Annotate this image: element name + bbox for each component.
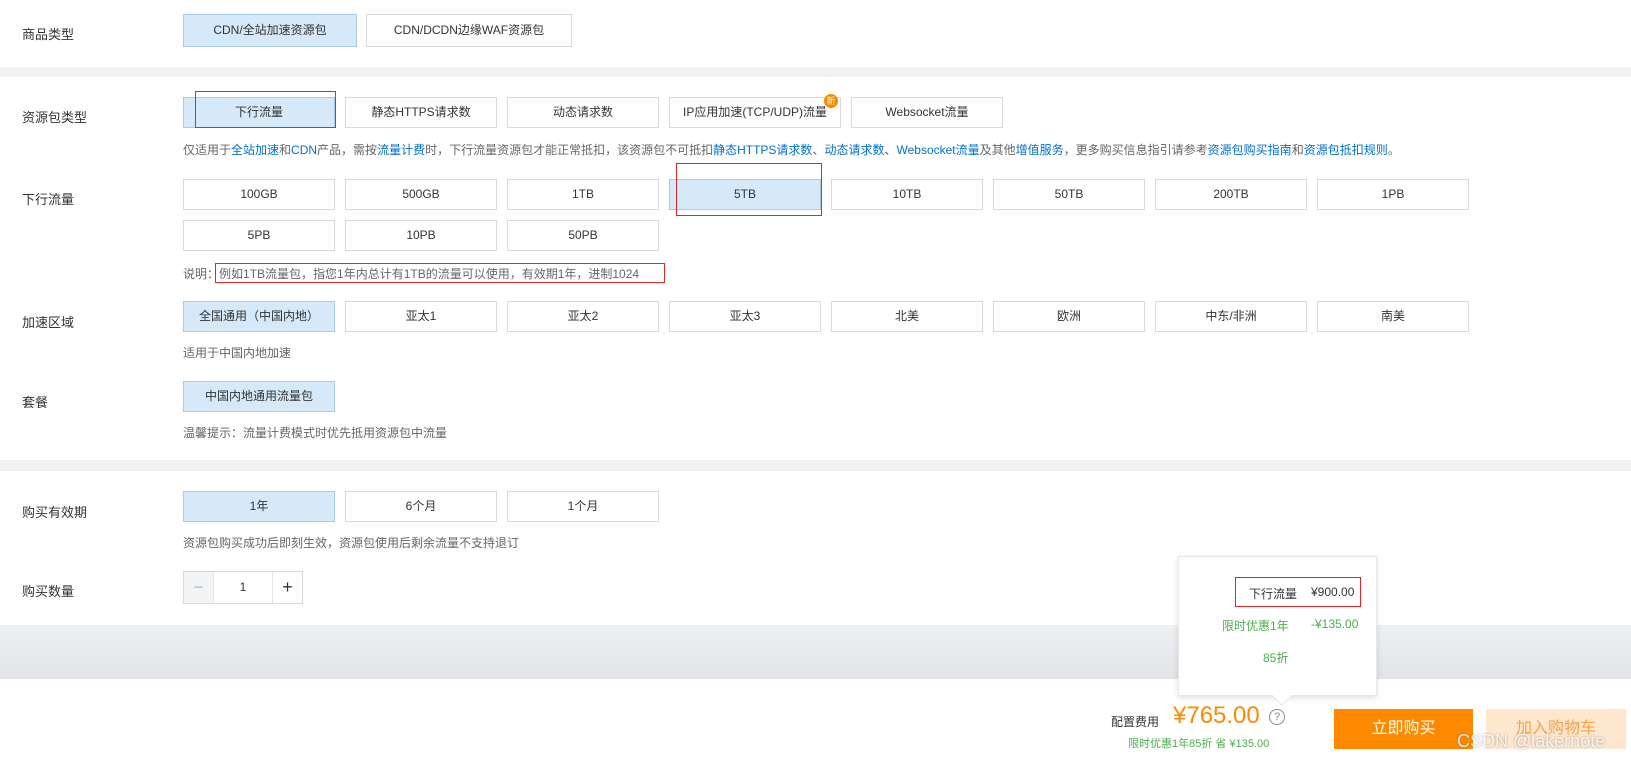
package-type-option-ip[interactable]: IP应用加速(TCP/UDP)流量 新 <box>669 94 841 128</box>
region-option-south-america[interactable]: 南美 <box>1317 301 1469 332</box>
region-hint: 适用于中国内地加速 <box>183 346 292 360</box>
package-type-option-ip-label: IP应用加速(TCP/UDP)流量 <box>682 105 827 119</box>
package-type-option-downlink[interactable]: 下行流量 <box>183 97 335 128</box>
package-type-option-https[interactable]: 静态HTTPS请求数 <box>345 97 497 128</box>
hint-text: 和 <box>279 143 292 157</box>
traffic-option-10tb[interactable]: 10TB <box>831 179 983 210</box>
traffic-label: 下行流量 <box>22 192 75 207</box>
hint-text: 仅适用于 <box>183 143 232 157</box>
price-popover: 下行流量 ¥900.00 限时优惠1年 -¥135.00 85折 <box>1178 556 1377 706</box>
region-option-north-america[interactable]: 北美 <box>831 301 983 332</box>
region-option-europe[interactable]: 欧洲 <box>993 301 1145 332</box>
help-icon[interactable]: ? <box>1269 709 1285 725</box>
traffic-option-50pb[interactable]: 50PB <box>507 220 659 251</box>
buy-now-button[interactable]: 立即购买 <box>1334 709 1473 749</box>
hint-text: 时，下行流量资源包才能正常抵扣，该资源包不可抵扣 <box>425 143 714 157</box>
plan-label: 套餐 <box>22 395 49 410</box>
quantity-minus-button[interactable]: − <box>184 572 214 603</box>
popover-item-label: 下行流量 <box>1249 587 1298 601</box>
traffic-option-100gb[interactable]: 100GB <box>183 179 335 210</box>
traffic-option-50tb[interactable]: 50TB <box>993 179 1145 210</box>
region-option-apac2[interactable]: 亚太2 <box>507 301 659 332</box>
package-config-card: 资源包类型 下行流量 静态HTTPS请求数 动态请求数 IP应用加速(TCP/U… <box>0 77 1631 460</box>
popover-item-price: ¥900.00 <box>1311 585 1355 599</box>
package-type-option-dynamic[interactable]: 动态请求数 <box>507 97 659 128</box>
traffic-option-5tb[interactable]: 5TB <box>669 179 821 210</box>
region-option-apac1[interactable]: 亚太1 <box>345 301 497 332</box>
plan-option-mainland-traffic[interactable]: 中国内地通用流量包 <box>183 381 335 412</box>
hint-text: 和 <box>1291 143 1304 157</box>
traffic-note-prefix: 说明： <box>183 267 220 281</box>
plan-hint: 温馨提示：流量计费模式时优先抵用资源包中流量 <box>183 426 448 440</box>
region-option-mainland[interactable]: 全国通用（中国内地） <box>183 301 335 332</box>
validity-option-1m[interactable]: 1个月 <box>507 491 659 522</box>
popover-discount-label: 限时优惠1年 <box>1222 619 1289 633</box>
link-https-requests[interactable]: 静态HTTPS请求数 <box>713 143 812 157</box>
package-type-hint: 仅适用于全站加速和CDN产品，需按流量计费时，下行流量资源包才能正常抵扣，该资源… <box>183 141 1400 158</box>
validity-label: 购买有效期 <box>22 505 88 520</box>
validity-option-1y[interactable]: 1年 <box>183 491 335 522</box>
region-option-apac3[interactable]: 亚太3 <box>669 301 821 332</box>
link-full-site[interactable]: 全站加速 <box>231 143 279 157</box>
link-websocket[interactable]: Websocket流量 <box>896 143 979 157</box>
link-purchase-guide[interactable]: 资源包购买指南 <box>1208 143 1292 157</box>
link-deduction-rules[interactable]: 资源包抵扣规则 <box>1304 143 1388 157</box>
hint-text: 。 <box>1387 143 1400 157</box>
new-badge: 新 <box>824 94 838 108</box>
hint-text: ，更多购买信息指引请参考 <box>1063 143 1208 157</box>
hint-text: 、 <box>884 143 897 157</box>
product-type-label: 商品类型 <box>22 27 75 42</box>
product-type-option-cdn[interactable]: CDN/全站加速资源包 <box>183 14 357 47</box>
validity-option-6m[interactable]: 6个月 <box>345 491 497 522</box>
link-traffic-billing[interactable]: 流量计费 <box>377 143 425 157</box>
quantity-stepper: − 1 + <box>183 571 303 604</box>
link-dynamic-requests[interactable]: 动态请求数 <box>824 143 884 157</box>
traffic-option-1tb[interactable]: 1TB <box>507 179 659 210</box>
link-value-added[interactable]: 增值服务 <box>1016 143 1064 157</box>
traffic-option-1pb[interactable]: 1PB <box>1317 179 1469 210</box>
quantity-plus-button[interactable]: + <box>272 572 302 603</box>
traffic-option-500gb[interactable]: 500GB <box>345 179 497 210</box>
traffic-note: 说明：例如1TB流量包，指您1年内总计有1TB的流量可以使用，有效期1年，进制1… <box>183 265 639 282</box>
region-option-middle-east-africa[interactable]: 中东/非洲 <box>1155 301 1307 332</box>
discount-note: 限时优惠1年85折 省 ¥135.00 <box>1128 738 1270 750</box>
traffic-option-5pb[interactable]: 5PB <box>183 220 335 251</box>
product-type-option-waf[interactable]: CDN/DCDN边缘WAF资源包 <box>366 14 572 47</box>
package-type-label: 资源包类型 <box>22 110 88 125</box>
traffic-option-200tb[interactable]: 200TB <box>1155 179 1307 210</box>
hint-text: 及其他 <box>979 143 1016 157</box>
quantity-input[interactable]: 1 <box>214 572 272 603</box>
total-price: ¥765.00 <box>1173 702 1260 729</box>
link-cdn[interactable]: CDN <box>291 143 317 157</box>
traffic-option-10pb[interactable]: 10PB <box>345 220 497 251</box>
package-type-option-websocket[interactable]: Websocket流量 <box>851 97 1003 128</box>
popover-discount-value: -¥135.00 <box>1311 617 1359 631</box>
fee-label: 配置费用 <box>1111 715 1160 729</box>
traffic-note-text: 例如1TB流量包，指您1年内总计有1TB的流量可以使用，有效期1年，进制1024 <box>219 267 640 281</box>
footer-divider <box>0 625 1631 679</box>
hint-text: 产品，需按 <box>317 143 378 157</box>
hint-text: 、 <box>812 143 825 157</box>
product-type-card: 商品类型 CDN/全站加速资源包 CDN/DCDN边缘WAF资源包 <box>0 0 1631 67</box>
region-label: 加速区域 <box>22 315 75 330</box>
quantity-label: 购买数量 <box>22 584 75 599</box>
popover-discount-rate: 85折 <box>1263 651 1289 665</box>
validity-hint: 资源包购买成功后即刻生效，资源包使用后剩余流量不支持退订 <box>183 536 520 550</box>
watermark: CSDN @lakernote <box>1457 731 1606 751</box>
